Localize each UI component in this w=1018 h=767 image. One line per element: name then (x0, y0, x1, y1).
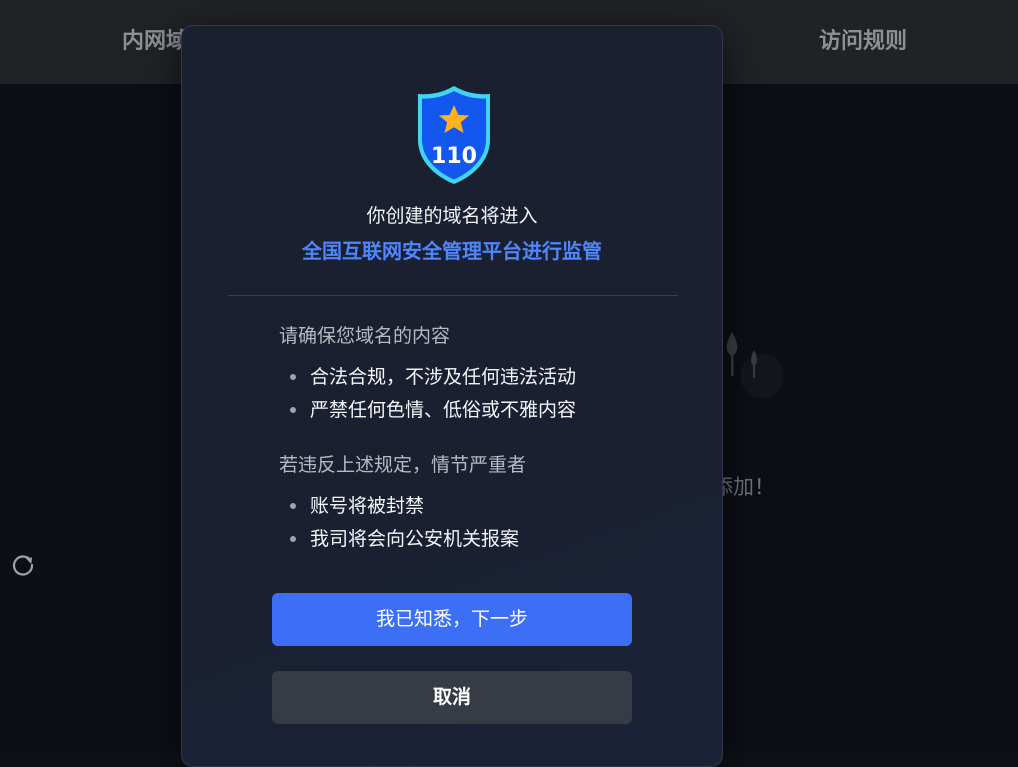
bullet-dot-icon (290, 503, 296, 509)
badge-number: 110 (431, 144, 477, 169)
domain-supervision-dialog: 110 你创建的域名将进入 全国互联网安全管理平台进行监管 请确保您域名的内容 … (181, 25, 723, 767)
empty-state-illustration-icon (726, 332, 784, 398)
list-item: 账号将被封禁 (288, 492, 519, 525)
content-requirements-title: 请确保您域名的内容 (279, 325, 451, 347)
list-item-text: 我司将会向公安机关报案 (310, 528, 520, 550)
acknowledge-next-button[interactable]: 我已知悉，下一步 (272, 593, 632, 646)
violation-consequences-list: 账号将被封禁 我司将会向公安机关报案 (288, 492, 519, 558)
dialog-headline: 你创建的域名将进入 (366, 205, 538, 227)
list-item-text: 账号将被封禁 (310, 495, 425, 517)
list-item-text: 严禁任何色情、低俗或不雅内容 (310, 399, 577, 421)
divider (228, 295, 678, 296)
violation-consequences-title: 若违反上述规定，情节严重者 (279, 454, 527, 476)
refresh-icon[interactable] (10, 552, 36, 578)
list-item: 我司将会向公安机关报案 (288, 525, 519, 558)
content-requirements-list: 合法合规，不涉及任何违法活动 严禁任何色情、低俗或不雅内容 (288, 363, 576, 429)
police-110-shield-icon: 110 (418, 86, 490, 184)
list-item-text: 合法合规，不涉及任何违法活动 (310, 366, 577, 388)
list-item: 严禁任何色情、低俗或不雅内容 (288, 396, 576, 429)
dialog-highlight-text: 全国互联网安全管理平台进行监管 (302, 239, 602, 263)
bullet-dot-icon (290, 407, 296, 413)
tab-access-rules[interactable]: 访问规则 (819, 27, 907, 57)
list-item: 合法合规，不涉及任何违法活动 (288, 363, 576, 396)
tab-intranet-domain[interactable]: 内网域 (122, 27, 188, 57)
bullet-dot-icon (290, 536, 296, 542)
bullet-dot-icon (290, 374, 296, 380)
cancel-button[interactable]: 取消 (272, 671, 632, 724)
